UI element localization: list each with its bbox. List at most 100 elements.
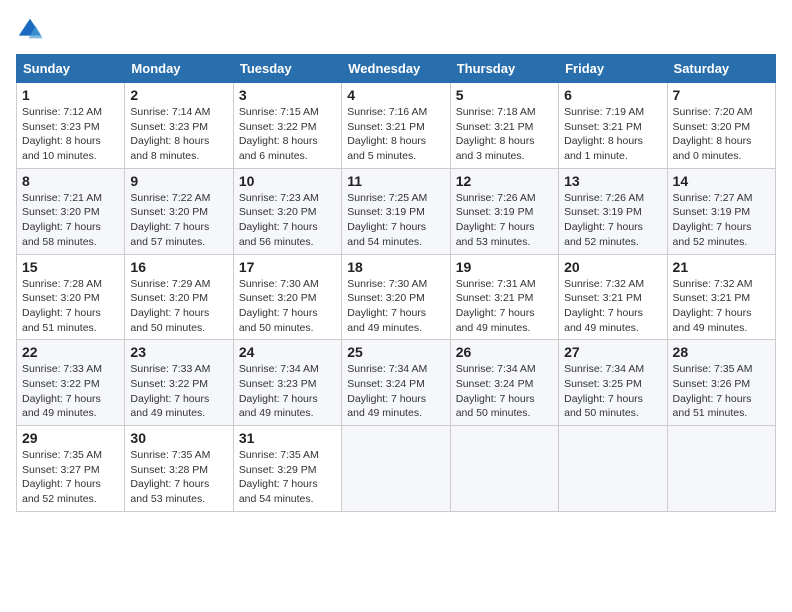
day-number: 24 xyxy=(239,344,336,360)
day-number: 25 xyxy=(347,344,444,360)
weekday-monday: Monday xyxy=(125,55,233,83)
day-info: Sunrise: 7:19 AM Sunset: 3:21 PM Dayligh… xyxy=(564,105,661,164)
calendar-cell xyxy=(450,426,558,512)
day-number: 31 xyxy=(239,430,336,446)
calendar-week-4: 22Sunrise: 7:33 AM Sunset: 3:22 PM Dayli… xyxy=(17,340,776,426)
day-number: 20 xyxy=(564,259,661,275)
day-info: Sunrise: 7:30 AM Sunset: 3:20 PM Dayligh… xyxy=(239,277,336,336)
calendar-cell: 19 Sunrise: 7:31 AM Sunset: 3:21 PM Dayli… xyxy=(450,254,558,340)
calendar-cell: 11Sunrise: 7:25 AM Sunset: 3:19 PM Dayli… xyxy=(342,168,450,254)
day-info: Sunrise: 7:34 AM Sunset: 3:23 PM Dayligh… xyxy=(239,362,336,421)
day-number: 8 xyxy=(22,173,119,189)
calendar-cell: 12 Sunrise: 7:26 AM Sunset: 3:19 PM Dayli… xyxy=(450,168,558,254)
weekday-friday: Friday xyxy=(559,55,667,83)
calendar-body: 1 Sunrise: 7:12 AM Sunset: 3:23 PM Daylig… xyxy=(17,83,776,512)
day-info: Sunrise: 7:18 AM Sunset: 3:21 PM Dayligh… xyxy=(456,105,553,164)
day-info: Sunrise: 7:14 AM Sunset: 3:23 PM Dayligh… xyxy=(130,105,227,164)
calendar-cell: 26 Sunrise: 7:34 AM Sunset: 3:24 PM Dayli… xyxy=(450,340,558,426)
calendar-cell: 22Sunrise: 7:33 AM Sunset: 3:22 PM Dayli… xyxy=(17,340,125,426)
day-number: 1 xyxy=(22,87,119,103)
calendar-cell: 25 Sunrise: 7:34 AM Sunset: 3:24 PM Dayli… xyxy=(342,340,450,426)
day-info: Sunrise: 7:16 AM Sunset: 3:21 PM Dayligh… xyxy=(347,105,444,164)
day-number: 10 xyxy=(239,173,336,189)
calendar-cell: 1 Sunrise: 7:12 AM Sunset: 3:23 PM Daylig… xyxy=(17,83,125,169)
calendar-cell: 17 Sunrise: 7:30 AM Sunset: 3:20 PM Dayli… xyxy=(233,254,341,340)
day-info: Sunrise: 7:31 AM Sunset: 3:21 PM Dayligh… xyxy=(456,277,553,336)
day-info: Sunrise: 7:35 AM Sunset: 3:27 PM Dayligh… xyxy=(22,448,119,507)
calendar-cell: 18Sunrise: 7:30 AM Sunset: 3:20 PM Dayli… xyxy=(342,254,450,340)
day-number: 18 xyxy=(347,259,444,275)
day-number: 21 xyxy=(673,259,770,275)
weekday-tuesday: Tuesday xyxy=(233,55,341,83)
calendar-cell: 27Sunrise: 7:34 AM Sunset: 3:25 PM Dayli… xyxy=(559,340,667,426)
calendar-cell: 14Sunrise: 7:27 AM Sunset: 3:19 PM Dayli… xyxy=(667,168,775,254)
weekday-thursday: Thursday xyxy=(450,55,558,83)
calendar-cell: 6 Sunrise: 7:19 AM Sunset: 3:21 PM Daylig… xyxy=(559,83,667,169)
day-number: 23 xyxy=(130,344,227,360)
day-number: 28 xyxy=(673,344,770,360)
calendar-cell: 8 Sunrise: 7:21 AM Sunset: 3:20 PM Daylig… xyxy=(17,168,125,254)
logo-icon xyxy=(16,16,44,44)
day-number: 30 xyxy=(130,430,227,446)
day-info: Sunrise: 7:22 AM Sunset: 3:20 PM Dayligh… xyxy=(130,191,227,250)
day-info: Sunrise: 7:35 AM Sunset: 3:29 PM Dayligh… xyxy=(239,448,336,507)
day-number: 13 xyxy=(564,173,661,189)
day-number: 16 xyxy=(130,259,227,275)
calendar-week-2: 8 Sunrise: 7:21 AM Sunset: 3:20 PM Daylig… xyxy=(17,168,776,254)
calendar-cell: 24 Sunrise: 7:34 AM Sunset: 3:23 PM Dayli… xyxy=(233,340,341,426)
calendar-week-5: 29 Sunrise: 7:35 AM Sunset: 3:27 PM Dayli… xyxy=(17,426,776,512)
day-info: Sunrise: 7:35 AM Sunset: 3:26 PM Dayligh… xyxy=(673,362,770,421)
day-info: Sunrise: 7:26 AM Sunset: 3:19 PM Dayligh… xyxy=(564,191,661,250)
day-info: Sunrise: 7:25 AM Sunset: 3:19 PM Dayligh… xyxy=(347,191,444,250)
calendar-cell: 15 Sunrise: 7:28 AM Sunset: 3:20 PM Dayli… xyxy=(17,254,125,340)
weekday-saturday: Saturday xyxy=(667,55,775,83)
calendar-table: SundayMondayTuesdayWednesdayThursdayFrid… xyxy=(16,54,776,512)
day-info: Sunrise: 7:29 AM Sunset: 3:20 PM Dayligh… xyxy=(130,277,227,336)
day-info: Sunrise: 7:12 AM Sunset: 3:23 PM Dayligh… xyxy=(22,105,119,164)
calendar-cell: 20 Sunrise: 7:32 AM Sunset: 3:21 PM Dayli… xyxy=(559,254,667,340)
day-number: 17 xyxy=(239,259,336,275)
header xyxy=(16,16,776,44)
day-number: 5 xyxy=(456,87,553,103)
day-info: Sunrise: 7:23 AM Sunset: 3:20 PM Dayligh… xyxy=(239,191,336,250)
day-info: Sunrise: 7:20 AM Sunset: 3:20 PM Dayligh… xyxy=(673,105,770,164)
day-info: Sunrise: 7:34 AM Sunset: 3:25 PM Dayligh… xyxy=(564,362,661,421)
calendar-cell: 30 Sunrise: 7:35 AM Sunset: 3:28 PM Dayli… xyxy=(125,426,233,512)
day-number: 6 xyxy=(564,87,661,103)
calendar-week-1: 1 Sunrise: 7:12 AM Sunset: 3:23 PM Daylig… xyxy=(17,83,776,169)
calendar-cell: 31 Sunrise: 7:35 AM Sunset: 3:29 PM Dayli… xyxy=(233,426,341,512)
calendar-cell: 9 Sunrise: 7:22 AM Sunset: 3:20 PM Daylig… xyxy=(125,168,233,254)
day-info: Sunrise: 7:26 AM Sunset: 3:19 PM Dayligh… xyxy=(456,191,553,250)
calendar-cell xyxy=(559,426,667,512)
day-number: 22 xyxy=(22,344,119,360)
day-number: 9 xyxy=(130,173,227,189)
calendar-cell xyxy=(342,426,450,512)
calendar-cell: 29 Sunrise: 7:35 AM Sunset: 3:27 PM Dayli… xyxy=(17,426,125,512)
calendar-cell: 5 Sunrise: 7:18 AM Sunset: 3:21 PM Daylig… xyxy=(450,83,558,169)
calendar-cell: 10 Sunrise: 7:23 AM Sunset: 3:20 PM Dayli… xyxy=(233,168,341,254)
day-info: Sunrise: 7:34 AM Sunset: 3:24 PM Dayligh… xyxy=(347,362,444,421)
day-number: 2 xyxy=(130,87,227,103)
day-info: Sunrise: 7:34 AM Sunset: 3:24 PM Dayligh… xyxy=(456,362,553,421)
calendar-cell: 13 Sunrise: 7:26 AM Sunset: 3:19 PM Dayli… xyxy=(559,168,667,254)
day-number: 15 xyxy=(22,259,119,275)
day-number: 29 xyxy=(22,430,119,446)
calendar-week-3: 15 Sunrise: 7:28 AM Sunset: 3:20 PM Dayli… xyxy=(17,254,776,340)
calendar-cell: 2 Sunrise: 7:14 AM Sunset: 3:23 PM Daylig… xyxy=(125,83,233,169)
day-number: 12 xyxy=(456,173,553,189)
calendar-cell: 28 Sunrise: 7:35 AM Sunset: 3:26 PM Dayli… xyxy=(667,340,775,426)
weekday-sunday: Sunday xyxy=(17,55,125,83)
day-number: 26 xyxy=(456,344,553,360)
calendar-cell: 3Sunrise: 7:15 AM Sunset: 3:22 PM Daylig… xyxy=(233,83,341,169)
day-number: 7 xyxy=(673,87,770,103)
day-info: Sunrise: 7:28 AM Sunset: 3:20 PM Dayligh… xyxy=(22,277,119,336)
day-number: 19 xyxy=(456,259,553,275)
calendar-cell: 23Sunrise: 7:33 AM Sunset: 3:22 PM Dayli… xyxy=(125,340,233,426)
day-info: Sunrise: 7:27 AM Sunset: 3:19 PM Dayligh… xyxy=(673,191,770,250)
day-info: Sunrise: 7:32 AM Sunset: 3:21 PM Dayligh… xyxy=(564,277,661,336)
day-info: Sunrise: 7:35 AM Sunset: 3:28 PM Dayligh… xyxy=(130,448,227,507)
day-info: Sunrise: 7:32 AM Sunset: 3:21 PM Dayligh… xyxy=(673,277,770,336)
day-info: Sunrise: 7:21 AM Sunset: 3:20 PM Dayligh… xyxy=(22,191,119,250)
main-container: SundayMondayTuesdayWednesdayThursdayFrid… xyxy=(0,0,792,528)
day-info: Sunrise: 7:15 AM Sunset: 3:22 PM Dayligh… xyxy=(239,105,336,164)
